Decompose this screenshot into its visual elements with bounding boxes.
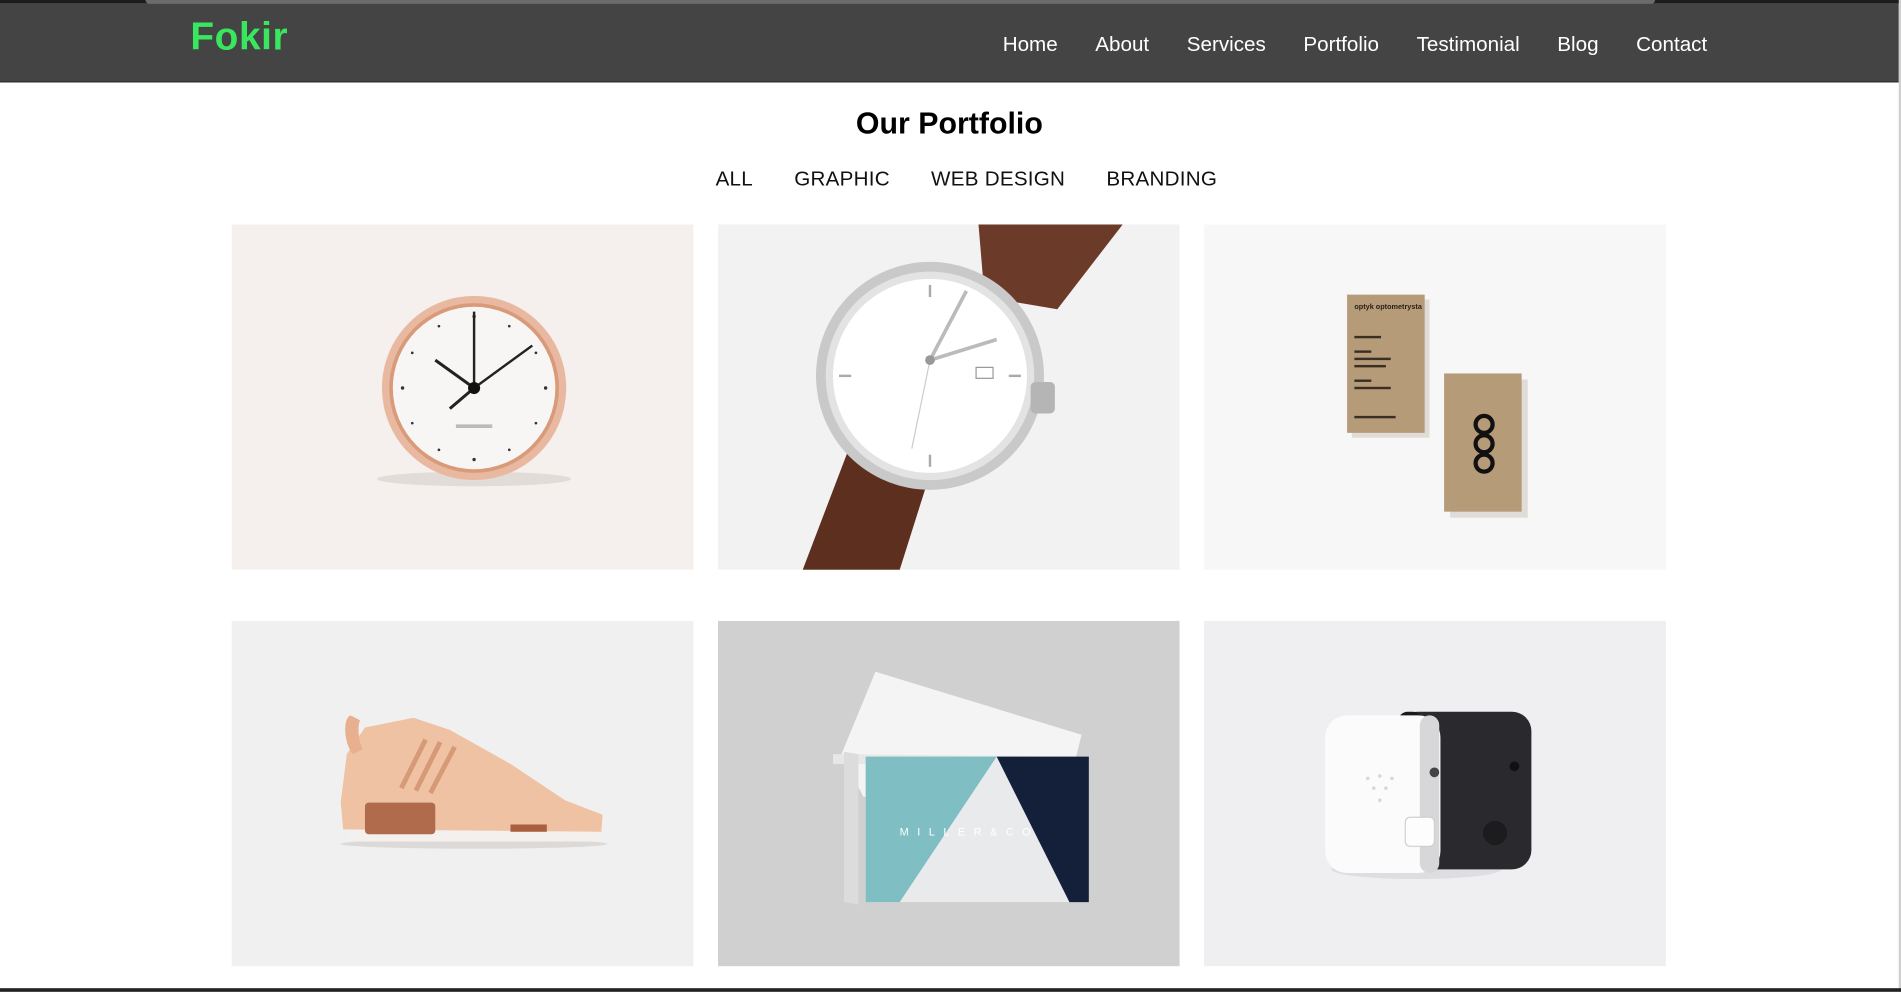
nav-menu: Home About Services Portfolio Testimonia… [1003, 33, 1708, 57]
page: Fokir Home About Services Portfolio Test… [0, 0, 1901, 992]
wall-clock-image [231, 224, 694, 570]
portfolio-item-speaker[interactable] [1204, 620, 1666, 967]
nav-link-home[interactable]: Home [1003, 33, 1058, 57]
nav-link-contact[interactable]: Contact [1636, 33, 1707, 57]
filter-graphic[interactable]: GRAPHIC [794, 167, 890, 191]
filter-all[interactable]: ALL [716, 167, 753, 191]
portfolio-item-wrist-watch[interactable] [717, 224, 1180, 570]
nav-link-blog[interactable]: Blog [1557, 33, 1598, 57]
brand-logo[interactable]: Fokir [190, 15, 288, 60]
portfolio-title: Our Portfolio [855, 106, 1043, 141]
navbar: Fokir Home About Services Portfolio Test… [0, 3, 1899, 83]
portfolio-item-sneaker[interactable] [231, 620, 694, 967]
nav-link-services[interactable]: Services [1187, 33, 1266, 57]
portfolio-item-miller-co[interactable]: MILLER&CO [717, 620, 1180, 967]
filter-web-design[interactable]: WEB DESIGN [931, 167, 1065, 191]
kraft-business-cards-image [1204, 224, 1666, 570]
filter-branding[interactable]: BRANDING [1106, 167, 1217, 191]
speaker-devices-image [1204, 620, 1666, 967]
nav-link-testimonial[interactable]: Testimonial [1417, 33, 1520, 57]
card-text-optyk: optyk optometrysta [1354, 304, 1422, 312]
sneaker-image [231, 620, 694, 967]
portfolio-item-wall-clock[interactable] [231, 224, 694, 570]
card-text-miller-co: MILLER&CO [899, 825, 1040, 838]
portfolio-filters: ALL GRAPHIC WEB DESIGN BRANDING [0, 167, 1899, 191]
nav-link-portfolio[interactable]: Portfolio [1303, 33, 1379, 57]
nav-link-about[interactable]: About [1095, 33, 1149, 57]
wrist-watch-image [717, 224, 1180, 570]
portfolio-item-kraft-cards[interactable]: optyk optometrysta [1204, 224, 1666, 570]
miller-co-cards-image [717, 620, 1180, 967]
page-bottom-edge [0, 988, 1901, 992]
